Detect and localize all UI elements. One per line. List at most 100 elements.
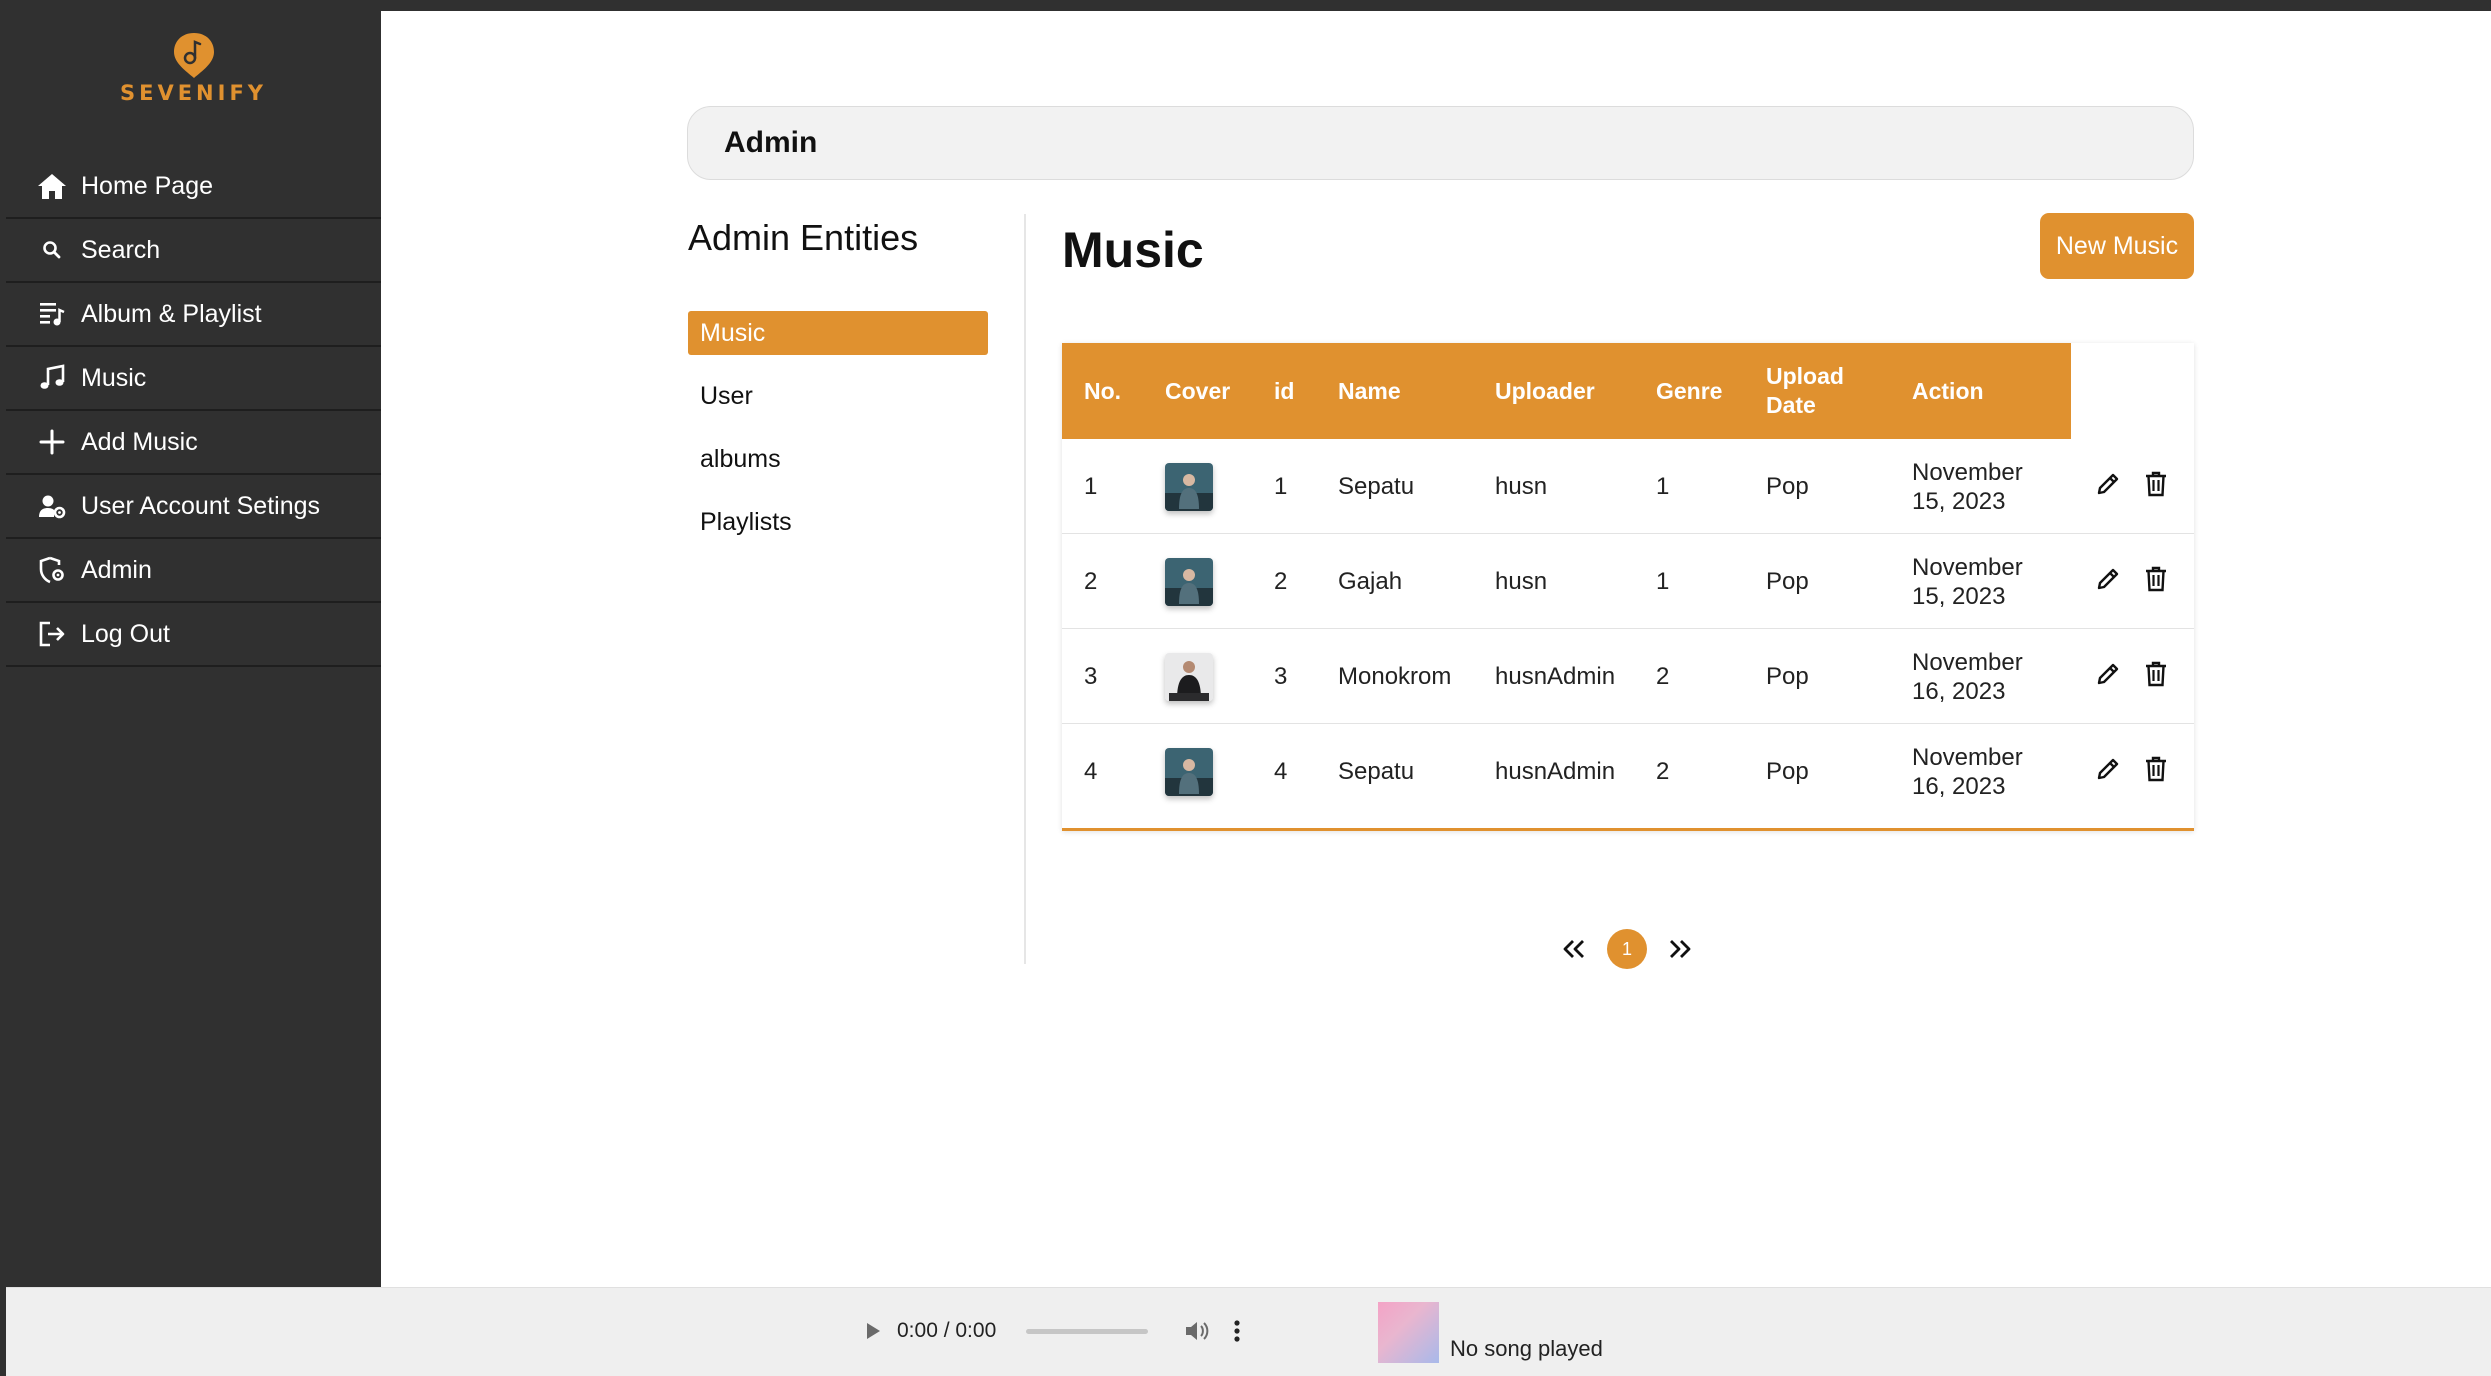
user-gear-icon <box>35 489 69 523</box>
column-header-upload-date: Upload Date <box>1766 363 1844 418</box>
music-note-icon <box>35 361 69 395</box>
entity-item-albums[interactable]: albums <box>688 437 988 481</box>
cell-upload-date: November 16, 2023 <box>1912 648 2023 705</box>
edit-icon[interactable] <box>2091 562 2125 596</box>
cover-image <box>1165 747 1213 796</box>
sidebar-item-logout[interactable]: Log Out <box>6 603 381 667</box>
playlist-icon <box>35 297 69 331</box>
column-header-action: Action <box>1912 377 1984 404</box>
cell-id: 1 <box>1274 473 1288 500</box>
more-options-icon[interactable] <box>1227 1315 1247 1347</box>
sidebar-item-label: Music <box>81 363 147 392</box>
cell-genre: Pop <box>1766 568 1809 595</box>
column-header-uploader: Uploader <box>1495 377 1595 404</box>
column-header-name: Name <box>1338 377 1401 404</box>
table-row: 1 1 Sepatu husn 1 Pop November 15, 2023 <box>1062 439 2194 534</box>
trash-icon[interactable] <box>2139 562 2173 596</box>
cell-id: 3 <box>1274 663 1288 690</box>
table-row: 2 2 Gajah husn 1 Pop November 15, 2023 <box>1062 534 2194 629</box>
sidebar-item-add-music[interactable]: Add Music <box>6 411 381 475</box>
column-header-genre: Genre <box>1656 377 1723 404</box>
cell-name: Sepatu <box>1338 758 1415 785</box>
pagination-prev-icon[interactable] <box>1556 931 1592 967</box>
play-icon[interactable] <box>853 1311 893 1351</box>
column-header-cover: Cover <box>1165 377 1231 404</box>
edit-icon[interactable] <box>2091 657 2125 691</box>
now-playing-cover <box>1378 1302 1439 1363</box>
search-icon <box>35 233 69 267</box>
table-header: No. Cover id Name Uploader Genre Upload … <box>1062 343 2071 439</box>
cell-uploader: husnAdmin <box>1495 758 1616 785</box>
sidebar-item-label: Album & Playlist <box>81 299 262 328</box>
trash-icon[interactable] <box>2139 752 2173 786</box>
cell-cover <box>1165 629 1213 724</box>
plus-icon <box>35 425 69 459</box>
cell-id: 4 <box>1274 758 1288 785</box>
home-icon <box>35 169 69 203</box>
cell-genre: Pop <box>1766 758 1809 785</box>
sidebar: SEVENIFY Home Page Search Album & Playli… <box>6 11 381 1287</box>
audio-controls: 0:00 / 0:00 <box>841 1303 1271 1359</box>
logo-icon <box>173 33 214 78</box>
sidebar-item-label: Log Out <box>81 619 170 648</box>
cell-genre-id: 2 <box>1656 758 1670 785</box>
cell-name: Sepatu <box>1338 473 1415 500</box>
pagination-page-1[interactable]: 1 <box>1607 929 1647 969</box>
volume-icon[interactable] <box>1181 1315 1213 1347</box>
sidebar-item-admin[interactable]: Admin <box>6 539 381 603</box>
edit-icon[interactable] <box>2091 752 2125 786</box>
cell-no: 2 <box>1084 568 1098 595</box>
section-title: Music <box>1062 222 1204 278</box>
app-window: SEVENIFY Home Page Search Album & Playli… <box>6 11 2491 1376</box>
sidebar-item-label: Search <box>81 235 161 264</box>
player-bar: 0:00 / 0:00 No song played <box>6 1287 2491 1376</box>
edit-icon[interactable] <box>2091 467 2125 501</box>
entities-title: Admin Entities <box>688 217 919 258</box>
sidebar-item-label: Home Page <box>81 171 214 200</box>
cell-uploader: husn <box>1495 568 1548 595</box>
new-music-button[interactable]: New Music <box>2040 213 2194 279</box>
cell-upload-date: November 16, 2023 <box>1912 743 2023 800</box>
cell-upload-date: November 15, 2023 <box>1912 458 2023 515</box>
cover-image <box>1165 557 1213 606</box>
playback-time: 0:00 / 0:00 <box>897 1319 997 1342</box>
sidebar-nav: Home Page Search Album & Playlist Music <box>6 155 381 667</box>
cover-image <box>1165 652 1213 701</box>
sidebar-item-music[interactable]: Music <box>6 347 381 411</box>
cell-genre: Pop <box>1766 663 1809 690</box>
cell-no: 4 <box>1084 758 1098 785</box>
page-title: Admin <box>724 126 818 159</box>
cell-uploader: husnAdmin <box>1495 663 1616 690</box>
cell-genre-id: 1 <box>1656 473 1670 500</box>
seek-bar[interactable] <box>1026 1328 1149 1334</box>
sidebar-item-album-playlist[interactable]: Album & Playlist <box>6 283 381 347</box>
logout-icon <box>35 617 69 651</box>
entity-item-playlists[interactable]: Playlists <box>688 500 988 544</box>
cell-genre-id: 2 <box>1656 663 1670 690</box>
cell-no: 1 <box>1084 473 1098 500</box>
trash-icon[interactable] <box>2139 657 2173 691</box>
brand-name: SEVENIFY <box>119 81 267 105</box>
sidebar-item-search[interactable]: Search <box>6 219 381 283</box>
sidebar-item-label: User Account Setings <box>81 491 321 520</box>
cell-uploader: husn <box>1495 473 1548 500</box>
cell-no: 3 <box>1084 663 1098 690</box>
entities-list: Music User albums Playlists <box>688 311 988 563</box>
logo[interactable]: SEVENIFY <box>6 31 381 121</box>
entity-item-user[interactable]: User <box>688 374 988 418</box>
table-row: 3 3 Monokrom husnAdmin 2 Pop November 16… <box>1062 629 2194 724</box>
column-header-no: No. <box>1084 377 1122 404</box>
cell-name: Monokrom <box>1338 663 1452 690</box>
entity-item-music[interactable]: Music <box>688 311 988 355</box>
cell-upload-date: November 15, 2023 <box>1912 553 2023 610</box>
admin-header: Admin <box>687 106 2194 180</box>
sidebar-item-label: Add Music <box>81 427 198 456</box>
music-table: No. Cover id Name Uploader Genre Upload … <box>1062 343 2194 831</box>
trash-icon[interactable] <box>2139 467 2173 501</box>
divider <box>1024 214 1026 964</box>
sidebar-item-user-account-settings[interactable]: User Account Setings <box>6 475 381 539</box>
column-header-id: id <box>1274 377 1295 404</box>
now-playing-text: No song played <box>1450 1336 1603 1361</box>
sidebar-item-home[interactable]: Home Page <box>6 155 381 219</box>
pagination-next-icon[interactable] <box>1662 931 1698 967</box>
